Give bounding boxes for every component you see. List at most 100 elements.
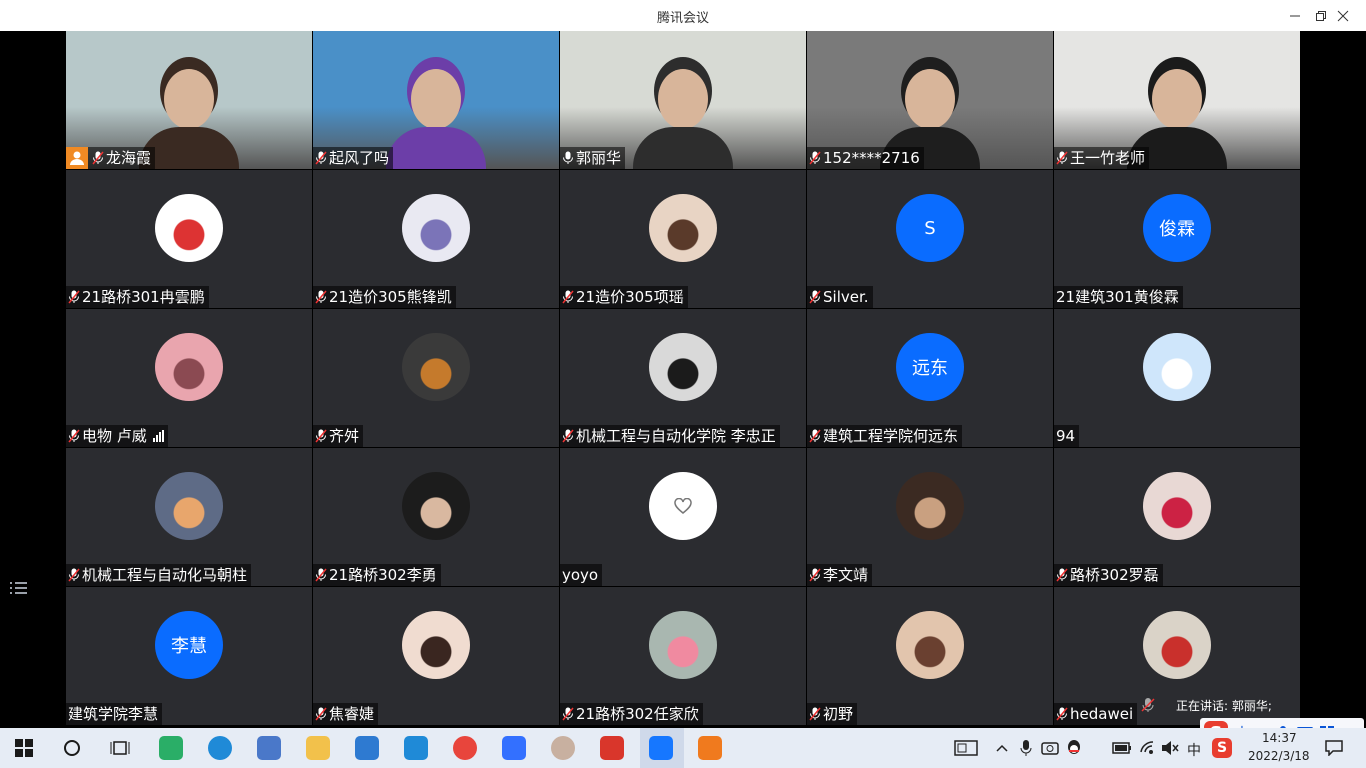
participant-tile[interactable]: 远东建筑工程学院何远东 (807, 309, 1053, 447)
meeting-stage: 龙海霞 起风了吗 郭丽华 152****2716 王一竹老师 21路桥301冉雲鹏 21造价… (0, 31, 1366, 748)
participant-nametag: 机械工程与自动化马朝柱 (66, 564, 252, 586)
girl-selfie-avatar (402, 611, 470, 679)
close-button[interactable] (1320, 0, 1366, 31)
person-silhouette (633, 59, 733, 169)
participant-name: 21造价305熊锋凯 (329, 288, 452, 306)
mic-muted-icon (809, 290, 821, 304)
wps-icon[interactable] (598, 734, 626, 762)
participant-nametag: 李文靖 (807, 564, 873, 586)
volume-muted-icon[interactable] (1156, 734, 1184, 762)
pink-hair-avatar (155, 333, 223, 401)
participant-nametag: 21造价305熊锋凯 (313, 286, 456, 308)
tablet-mode-icon[interactable] (952, 734, 980, 762)
tencent-meeting-icon[interactable] (647, 734, 675, 762)
participant-tile[interactable]: 21路桥302李勇 (313, 448, 559, 586)
close-icon (1337, 10, 1349, 21)
avatar: S (896, 194, 964, 262)
participant-tile[interactable]: S Silver. (807, 170, 1053, 308)
participant-name: hedawei (1070, 705, 1134, 723)
participant-nametag: 龙海霞 (66, 147, 156, 169)
participant-tile[interactable]: 机械工程与自动化马朝柱 (66, 448, 312, 586)
qq-tray-icon[interactable] (1060, 734, 1088, 762)
mail-icon[interactable] (353, 734, 381, 762)
avatar: 远东 (896, 333, 964, 401)
patrick-star-avatar (649, 611, 717, 679)
feishu-icon[interactable] (500, 734, 528, 762)
participant-tile[interactable]: 龙海霞 (66, 31, 312, 169)
participant-nametag: 郭丽华 (560, 147, 626, 169)
battery-icon[interactable] (1108, 734, 1136, 762)
participant-tile[interactable]: 俊霖 21建筑301黄俊霖 (1054, 170, 1300, 308)
person-silhouette (386, 59, 486, 169)
participant-nametag: 起风了吗 (313, 147, 394, 169)
notification-icon[interactable] (1320, 734, 1348, 762)
participant-tile[interactable]: 电物 卢威 (66, 309, 312, 447)
participant-nametag: 初野 (807, 703, 858, 725)
member-list-toggle[interactable] (10, 579, 28, 597)
host-icon (66, 147, 88, 169)
participant-tile[interactable]: 21造价305熊锋凯 (313, 170, 559, 308)
participant-tile[interactable]: 李慧 建筑学院李慧 (66, 587, 312, 725)
sogou-tray-icon[interactable]: S (1208, 734, 1236, 762)
participant-name: 21建筑301黄俊霖 (1056, 288, 1179, 306)
participant-name: 建筑工程学院何远东 (823, 427, 959, 445)
start-button[interactable] (10, 734, 38, 762)
participant-tile[interactable]: 21路桥302任家欣 (560, 587, 806, 725)
media-player-icon[interactable] (696, 734, 724, 762)
mic-muted-icon (809, 568, 821, 582)
search-button[interactable] (58, 734, 86, 762)
ime-tray-lang[interactable]: 中 (1187, 740, 1201, 760)
edge-icon[interactable] (206, 734, 234, 762)
participant-name: 电物 卢威 (82, 427, 147, 445)
participant-tile[interactable]: 机械工程与自动化学院 李忠正 (560, 309, 806, 447)
task-view-button[interactable] (106, 734, 134, 762)
participant-nametag: 94 (1054, 425, 1080, 447)
chrome-icon[interactable] (451, 734, 479, 762)
avatar-app-icon[interactable] (549, 734, 577, 762)
ie-icon[interactable] (402, 734, 430, 762)
participant-tile[interactable]: yoyo (560, 448, 806, 586)
participant-name: 路桥302罗磊 (1070, 566, 1159, 584)
clock-time[interactable]: 14:37 (1262, 731, 1297, 745)
clock-date[interactable]: 2022/3/18 (1248, 749, 1310, 763)
participant-tile[interactable]: 路桥302罗磊 (1054, 448, 1300, 586)
taskbar: 中 S 14:37 2022/3/18 (0, 728, 1366, 768)
participant-name: 焦睿婕 (329, 705, 375, 723)
participant-tile[interactable]: 王一竹老师 (1054, 31, 1300, 169)
participant-name: yoyo (562, 566, 599, 584)
participant-name: 21路桥301冉雲鹏 (82, 288, 205, 306)
participant-tile[interactable]: 初野 (807, 587, 1053, 725)
participant-name: 21路桥302李勇 (329, 566, 437, 584)
mic-muted-icon (562, 290, 574, 304)
anime-girl-avatar (649, 194, 717, 262)
mic-muted-icon (315, 429, 327, 443)
participant-tile[interactable]: 21路桥301冉雲鹏 (66, 170, 312, 308)
cartoon-dog-avatar (1143, 333, 1211, 401)
participant-name: 152****2716 (823, 149, 920, 167)
participant-name: 建筑学院李慧 (68, 705, 159, 723)
participant-tile[interactable]: 李文靖 (807, 448, 1053, 586)
participant-tile[interactable]: 起风了吗 (313, 31, 559, 169)
anime-boy-avatar (649, 333, 717, 401)
mic-muted-icon (315, 568, 327, 582)
file-explorer-icon[interactable] (304, 734, 332, 762)
smiling-person-avatar (896, 472, 964, 540)
participant-grid: 龙海霞 起风了吗 郭丽华 152****2716 王一竹老师 21路桥301冉雲鹏 21造价… (66, 31, 1300, 728)
participant-tile[interactable]: 152****2716 (807, 31, 1053, 169)
participant-tile[interactable]: 齐舛 (313, 309, 559, 447)
participant-name: 机械工程与自动化马朝柱 (82, 566, 248, 584)
mic-icon (563, 151, 573, 164)
participant-tile[interactable]: 郭丽华 (560, 31, 806, 169)
store-icon[interactable] (255, 734, 283, 762)
participant-name: 94 (1056, 427, 1076, 445)
participant-tile[interactable]: 21造价305项瑶 (560, 170, 806, 308)
sunset-avatar (155, 472, 223, 540)
participant-nametag: 21路桥302李勇 (313, 564, 441, 586)
mic-muted-icon (315, 290, 327, 304)
participant-name: 李文靖 (823, 566, 869, 584)
participant-name: 龙海霞 (106, 149, 152, 167)
wechat-icon[interactable] (157, 734, 185, 762)
participant-tile[interactable]: 94 (1054, 309, 1300, 447)
participant-tile[interactable]: 焦睿婕 (313, 587, 559, 725)
participant-name: 机械工程与自动化学院 李忠正 (576, 427, 776, 445)
